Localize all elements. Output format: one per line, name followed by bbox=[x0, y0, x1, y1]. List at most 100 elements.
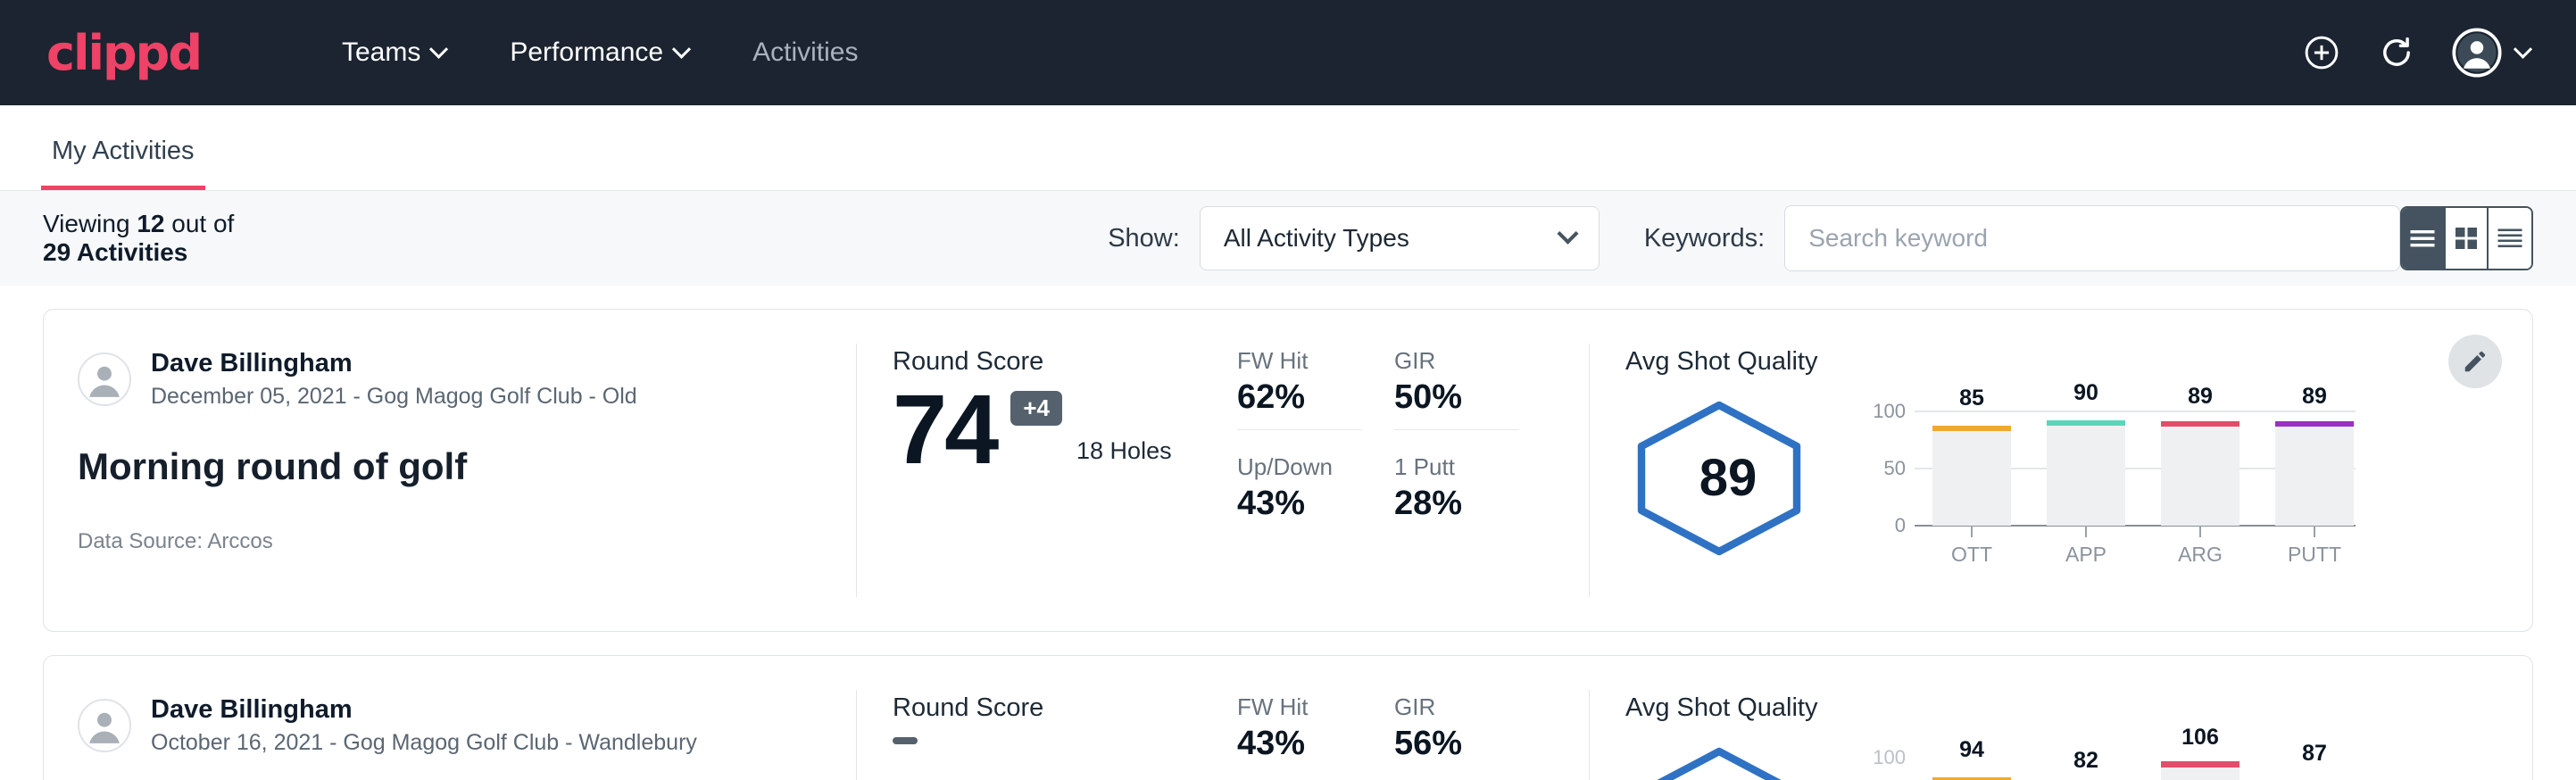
viewing-summary: Viewing 12 out of 29 Activities bbox=[43, 210, 261, 267]
viewing-total: 29 Activities bbox=[43, 238, 187, 266]
round-score-section: Round Score bbox=[857, 656, 1214, 780]
round-score-label: Round Score bbox=[893, 347, 1214, 377]
round-score-label: Round Score bbox=[893, 693, 1214, 723]
shot-quality-bar-chart: 100 50 0 85 OTT bbox=[1831, 382, 2532, 574]
stat-key: GIR bbox=[1394, 347, 1551, 375]
avatar bbox=[78, 353, 131, 406]
add-icon[interactable] bbox=[2302, 33, 2341, 72]
search-input[interactable] bbox=[1784, 205, 2400, 271]
svg-text:82: 82 bbox=[2073, 748, 2098, 773]
stat-key: 1 Putt bbox=[1394, 453, 1551, 481]
nav-item-teams-label: Teams bbox=[342, 37, 420, 68]
activity-card-summary: Dave Billingham December 05, 2021 - Gog … bbox=[44, 310, 856, 631]
round-score-badge bbox=[893, 737, 918, 744]
activity-author: Dave Billingham October 16, 2021 - Gog M… bbox=[78, 693, 815, 758]
viewing-count: 12 bbox=[137, 210, 164, 237]
stat-key: FW Hit bbox=[1237, 693, 1394, 721]
divider bbox=[1394, 429, 1519, 430]
activity-card-summary: Dave Billingham October 16, 2021 - Gog M… bbox=[44, 656, 856, 780]
svg-text:100: 100 bbox=[1873, 746, 1906, 768]
svg-text:ARG: ARG bbox=[2178, 543, 2223, 566]
round-holes: 18 Holes bbox=[1076, 437, 1172, 477]
avatar bbox=[78, 699, 131, 752]
stat-gir: GIR 50% bbox=[1394, 347, 1551, 439]
stat-value: 50% bbox=[1394, 378, 1551, 417]
pencil-icon bbox=[2462, 348, 2489, 375]
svg-text:50: 50 bbox=[1884, 457, 1906, 479]
activity-card-list: Dave Billingham December 05, 2021 - Gog … bbox=[0, 286, 2576, 780]
viewing-prefix: Viewing bbox=[43, 210, 130, 237]
stat-1-putt: 1 Putt 28% bbox=[1394, 453, 1551, 532]
chevron-down-icon bbox=[1557, 222, 1578, 244]
avg-shot-quality-label: Avg Shot Quality bbox=[1625, 347, 2532, 377]
svg-text:106: 106 bbox=[2181, 728, 2219, 750]
svg-text:100: 100 bbox=[1873, 400, 1906, 422]
svg-text:85: 85 bbox=[1959, 386, 1984, 411]
activity-author-name: Dave Billingham bbox=[151, 347, 637, 379]
edit-activity-button[interactable] bbox=[2448, 335, 2502, 388]
stat-up-down: Up/Down 43% bbox=[1237, 453, 1394, 532]
activity-type-select[interactable]: All Activity Types bbox=[1200, 206, 1600, 270]
svg-text:87: 87 bbox=[2302, 741, 2327, 766]
nav-item-performance-label: Performance bbox=[510, 37, 663, 68]
stat-key: FW Hit bbox=[1237, 347, 1394, 375]
show-label: Show: bbox=[1108, 224, 1180, 253]
keywords-label: Keywords: bbox=[1644, 224, 1765, 253]
activity-meta: December 05, 2021 - Gog Magog Golf Club … bbox=[151, 382, 637, 411]
avatar-menu[interactable] bbox=[2452, 28, 2530, 78]
quality-hexagon bbox=[1625, 744, 1831, 780]
svg-text:89: 89 bbox=[2188, 384, 2213, 409]
stat-gir: GIR 56% bbox=[1394, 693, 1551, 772]
stat-value: 28% bbox=[1394, 485, 1551, 523]
avatar bbox=[2452, 28, 2502, 78]
stat-value: 62% bbox=[1237, 378, 1394, 417]
activity-title: Morning round of golf bbox=[78, 445, 815, 488]
nav-item-teams[interactable]: Teams bbox=[310, 37, 478, 68]
svg-text:89: 89 bbox=[2302, 384, 2327, 409]
compact-view-button[interactable] bbox=[2489, 208, 2531, 269]
round-score-value: 74 bbox=[893, 384, 996, 477]
svg-text:90: 90 bbox=[2073, 382, 2098, 405]
avg-shot-quality-section: Avg Shot Quality 100 94 82 bbox=[1590, 656, 2532, 780]
svg-text:APP: APP bbox=[2065, 543, 2107, 566]
clippd-logo[interactable]: clippd bbox=[46, 25, 201, 81]
view-mode-toggle-group bbox=[2400, 206, 2533, 270]
compact-list-icon bbox=[2494, 222, 2526, 254]
svg-text:OTT: OTT bbox=[1951, 543, 1992, 566]
activity-author-name: Dave Billingham bbox=[151, 693, 697, 726]
stat-fw-hit: FW Hit 62% bbox=[1237, 347, 1394, 439]
round-score-badge: +4 bbox=[1010, 391, 1062, 426]
grid-view-button[interactable] bbox=[2446, 208, 2489, 269]
filter-controls: Show: All Activity Types Keywords: bbox=[1108, 205, 2400, 271]
tab-my-activities[interactable]: My Activities bbox=[41, 137, 205, 190]
stat-value: 56% bbox=[1394, 725, 1551, 763]
bar-chart-svg: 100 50 0 85 OTT bbox=[1856, 382, 2364, 569]
grid-icon bbox=[2450, 222, 2482, 254]
avg-shot-quality-section: Avg Shot Quality 89 100 50 0 bbox=[1590, 310, 2532, 631]
activity-card[interactable]: Dave Billingham December 05, 2021 - Gog … bbox=[43, 309, 2533, 632]
stat-key: Up/Down bbox=[1237, 453, 1394, 481]
list-view-button[interactable] bbox=[2402, 208, 2446, 269]
refresh-icon[interactable] bbox=[2377, 33, 2416, 72]
nav-item-performance[interactable]: Performance bbox=[478, 37, 720, 68]
svg-text:94: 94 bbox=[1959, 737, 1984, 762]
nav-actions bbox=[2302, 28, 2530, 78]
stat-value: 43% bbox=[1237, 725, 1394, 763]
avg-shot-quality-label: Avg Shot Quality bbox=[1625, 693, 2532, 723]
list-icon bbox=[2406, 222, 2439, 254]
stat-key: GIR bbox=[1394, 693, 1551, 721]
round-stats-section: FW Hit 62% Up/Down 43% GIR 50% 1 Putt 28 bbox=[1214, 310, 1589, 631]
round-stats-section: FW Hit 43% GIR 56% bbox=[1214, 656, 1589, 780]
viewing-mid: out of bbox=[171, 210, 234, 237]
activity-author: Dave Billingham December 05, 2021 - Gog … bbox=[78, 347, 815, 411]
activity-type-select-value: All Activity Types bbox=[1224, 224, 1409, 253]
activity-card[interactable]: Dave Billingham October 16, 2021 - Gog M… bbox=[43, 655, 2533, 780]
svg-text:0: 0 bbox=[1895, 514, 1906, 536]
tab-my-activities-label: My Activities bbox=[52, 137, 195, 165]
activity-meta: October 16, 2021 - Gog Magog Golf Club -… bbox=[151, 728, 697, 758]
quality-hexagon: 89 bbox=[1625, 398, 1831, 559]
nav-item-activities[interactable]: Activities bbox=[720, 37, 890, 68]
divider bbox=[1237, 429, 1362, 430]
top-navigation-bar: clippd Teams Performance Activities bbox=[0, 0, 2576, 105]
chevron-down-icon bbox=[429, 39, 448, 58]
